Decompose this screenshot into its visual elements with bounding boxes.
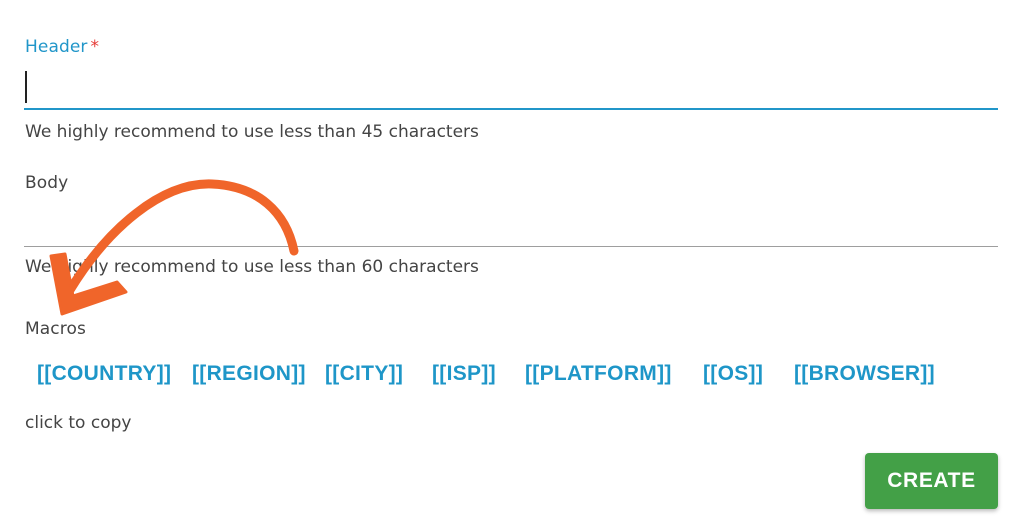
body-label: Body xyxy=(25,173,69,193)
body-input[interactable] xyxy=(24,200,998,247)
macro-os[interactable]: [[OS]] xyxy=(703,362,763,386)
create-button[interactable]: CREATE xyxy=(865,453,998,509)
create-notification-form: Header * We highly recommend to use less … xyxy=(0,0,1018,526)
text-caret xyxy=(25,71,27,103)
header-helper-text: We highly recommend to use less than 45 … xyxy=(25,122,479,142)
header-label-text: Header xyxy=(25,37,88,57)
macro-platform[interactable]: [[PLATFORM]] xyxy=(525,362,672,386)
macro-browser[interactable]: [[BROWSER]] xyxy=(794,362,935,386)
copy-hint: click to copy xyxy=(25,413,132,433)
macros-label: Macros xyxy=(25,319,86,339)
body-helper-text: We highly recommend to use less than 60 … xyxy=(25,257,479,277)
macro-isp[interactable]: [[ISP]] xyxy=(432,362,496,386)
macro-city[interactable]: [[CITY]] xyxy=(325,362,403,386)
header-input[interactable] xyxy=(24,64,998,110)
macro-region[interactable]: [[REGION]] xyxy=(192,362,306,386)
required-mark: * xyxy=(90,37,100,57)
header-label: Header * xyxy=(25,37,99,57)
macro-country[interactable]: [[COUNTRY]] xyxy=(37,362,171,386)
